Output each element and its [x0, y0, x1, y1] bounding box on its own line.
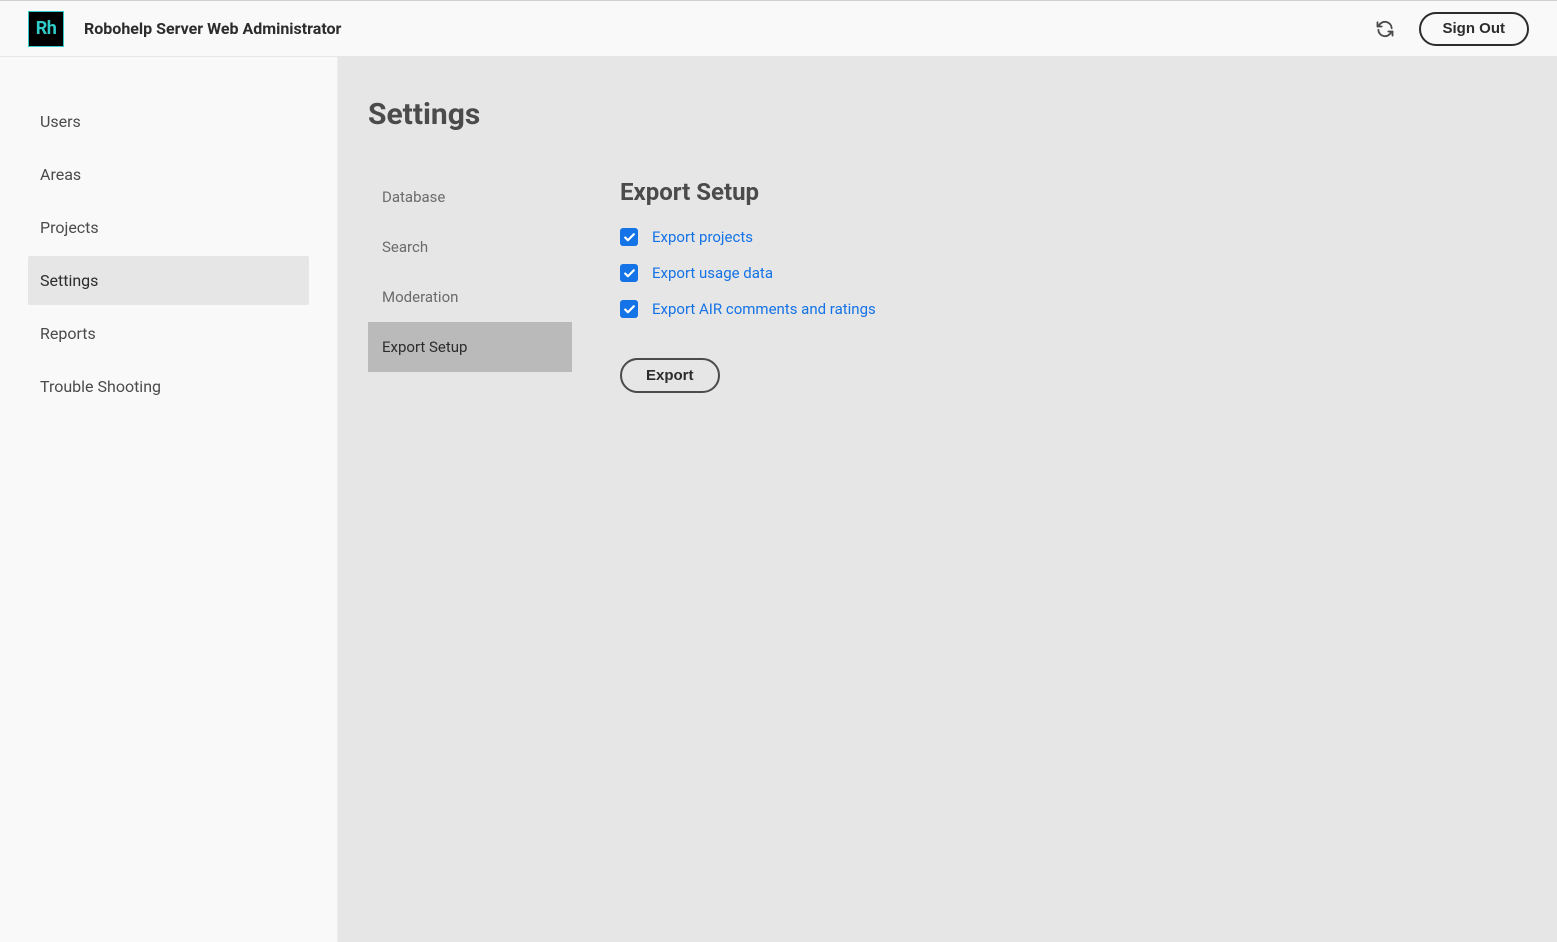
tab-label: Export Setup: [382, 338, 467, 356]
app-title: Robohelp Server Web Administrator: [84, 19, 341, 38]
checkbox-label[interactable]: Export AIR comments and ratings: [652, 300, 876, 318]
tab-database[interactable]: Database: [368, 172, 572, 222]
sidebar-item-label: Users: [40, 112, 81, 131]
sidebar-item-areas[interactable]: Areas: [28, 150, 309, 199]
sidebar-item-label: Projects: [40, 218, 99, 237]
option-export-usage-data: Export usage data: [620, 264, 876, 282]
sidebar-item-projects[interactable]: Projects: [28, 203, 309, 252]
sidebar-item-label: Areas: [40, 165, 81, 184]
checkbox-export-usage-data[interactable]: [620, 264, 638, 282]
main-content: Settings Database Search Moderation Expo…: [338, 57, 1557, 942]
sign-out-button[interactable]: Sign Out: [1419, 12, 1530, 46]
check-icon: [623, 303, 636, 316]
refresh-icon[interactable]: [1375, 19, 1395, 39]
app-logo: Rh: [28, 11, 64, 47]
export-setup-panel: Export Setup Export projects: [620, 172, 876, 393]
checkbox-label[interactable]: Export projects: [652, 228, 753, 246]
tab-label: Database: [382, 188, 445, 206]
sidebar-item-users[interactable]: Users: [28, 97, 309, 146]
tab-moderation[interactable]: Moderation: [368, 272, 572, 322]
settings-tabs: Database Search Moderation Export Setup: [368, 172, 572, 393]
sidebar-item-settings[interactable]: Settings: [28, 256, 309, 305]
header-left: Rh Robohelp Server Web Administrator: [28, 11, 341, 47]
tab-label: Moderation: [382, 288, 458, 306]
option-export-air-comments: Export AIR comments and ratings: [620, 300, 876, 318]
tab-label: Search: [382, 238, 428, 256]
checkbox-label[interactable]: Export usage data: [652, 264, 773, 282]
settings-body: Database Search Moderation Export Setup …: [368, 172, 1527, 393]
sidebar: Users Areas Projects Settings Reports Tr…: [0, 57, 338, 942]
sidebar-item-label: Trouble Shooting: [40, 377, 161, 396]
sidebar-item-reports[interactable]: Reports: [28, 309, 309, 358]
sidebar-item-trouble-shooting[interactable]: Trouble Shooting: [28, 362, 309, 411]
check-icon: [623, 267, 636, 280]
option-export-projects: Export projects: [620, 228, 876, 246]
checkbox-export-air-comments[interactable]: [620, 300, 638, 318]
panel-title: Export Setup: [620, 178, 876, 206]
sidebar-item-label: Reports: [40, 324, 96, 343]
sidebar-item-label: Settings: [40, 271, 98, 290]
tab-export-setup[interactable]: Export Setup: [368, 322, 572, 372]
header-right: Sign Out: [1375, 12, 1530, 46]
tab-search[interactable]: Search: [368, 222, 572, 272]
checkbox-export-projects[interactable]: [620, 228, 638, 246]
export-button[interactable]: Export: [620, 358, 720, 393]
check-icon: [623, 231, 636, 244]
main-layout: Users Areas Projects Settings Reports Tr…: [0, 57, 1557, 942]
page-title: Settings: [368, 97, 1527, 132]
app-header: Rh Robohelp Server Web Administrator Sig…: [0, 1, 1557, 57]
logo-text: Rh: [36, 18, 57, 39]
